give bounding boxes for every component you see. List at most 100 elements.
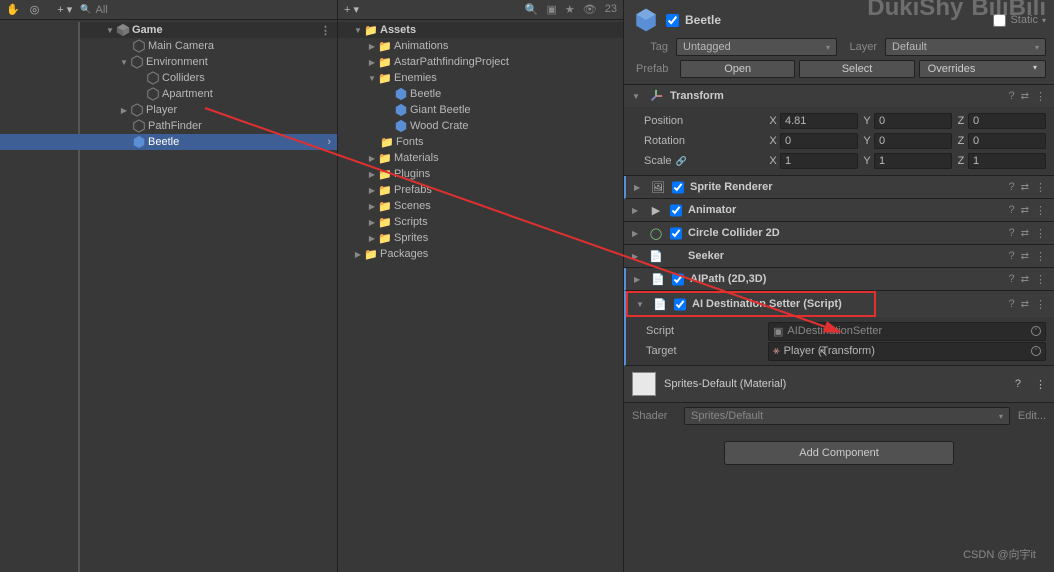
target-field[interactable]: ⚹ Player (Transform) ↖ <box>768 342 1046 361</box>
hand-tool-icon[interactable]: ✋ <box>6 3 20 16</box>
target-icon[interactable]: ◎ <box>30 3 40 16</box>
folder-animations[interactable]: ▶ 📁 Animations <box>338 38 623 54</box>
gameobject-active-checkbox[interactable] <box>666 14 679 27</box>
chevron-down-icon[interactable]: ▼ <box>632 92 642 101</box>
project-create-button[interactable]: + ▾ <box>344 3 359 16</box>
chevron-right-icon[interactable]: ▶ <box>634 183 644 192</box>
component-enable-checkbox[interactable] <box>670 204 682 217</box>
prefab-giant-beetle[interactable]: Giant Beetle <box>338 102 623 118</box>
gameobject-name[interactable]: Beetle <box>685 13 721 27</box>
help-icon[interactable]: ? <box>1015 378 1021 390</box>
object-picker-icon[interactable] <box>1031 346 1041 356</box>
rotation-y-input[interactable]: 0 <box>874 133 952 149</box>
help-icon[interactable]: ? <box>1008 250 1014 262</box>
gameobject-icon <box>130 55 144 69</box>
hierarchy-item-environment[interactable]: ▼ Environment <box>80 54 337 70</box>
shader-dropdown[interactable]: Sprites/Default <box>684 407 1010 425</box>
hierarchy-item-pathfinder[interactable]: PathFinder <box>80 118 337 134</box>
preset-icon[interactable]: ⇄ <box>1021 274 1029 285</box>
folder-prefabs[interactable]: ▶📁Prefabs <box>338 182 623 198</box>
component-enable-checkbox[interactable] <box>672 181 684 194</box>
favorite-icon[interactable]: ★ <box>565 3 575 16</box>
help-icon[interactable]: ? <box>1008 298 1014 310</box>
static-checkbox[interactable] <box>993 14 1006 27</box>
open-prefab-icon[interactable]: › <box>327 136 331 148</box>
component-enable-checkbox[interactable] <box>672 273 684 286</box>
help-icon[interactable]: ? <box>1008 227 1014 239</box>
hierarchy-search[interactable]: All <box>80 4 331 16</box>
preset-icon[interactable]: ⇄ <box>1021 91 1029 102</box>
component-menu-icon[interactable]: ⋮ <box>1035 204 1046 217</box>
scale-z-input[interactable]: 1 <box>968 153 1046 169</box>
hidden-icon[interactable]: 👁 <box>583 3 597 16</box>
shader-label: Shader <box>632 410 676 422</box>
position-y-input[interactable]: 0 <box>874 113 952 129</box>
chevron-right-icon[interactable]: ▶ <box>634 275 644 284</box>
folder-plugins[interactable]: ▶📁Plugins <box>338 166 623 182</box>
script-field[interactable]: ▣ AIDestinationSetter <box>768 322 1046 341</box>
link-icon[interactable]: 🔗 <box>676 156 687 166</box>
hierarchy-item-camera[interactable]: Main Camera <box>80 38 337 54</box>
component-menu-icon[interactable]: ⋮ <box>1035 298 1046 311</box>
preset-icon[interactable]: ⇄ <box>1021 228 1029 239</box>
preset-icon[interactable]: ⇄ <box>1021 299 1029 310</box>
preset-icon[interactable]: ⇄ <box>1021 182 1029 193</box>
aidest-header-highlight[interactable]: ▼📄AI Destination Setter (Script) <box>626 291 876 317</box>
chevron-right-icon[interactable]: ▶ <box>632 229 642 238</box>
shader-edit-button[interactable]: Edit... <box>1018 410 1046 422</box>
chevron-right-icon[interactable]: ▶ <box>632 252 642 261</box>
folder-astar[interactable]: ▶ 📁 AstarPathfindingProject <box>338 54 623 70</box>
help-icon[interactable]: ? <box>1008 273 1014 285</box>
scene-row[interactable]: ▼ Game ⋮ <box>80 22 337 38</box>
assets-folder[interactable]: ▼ 📁 Assets <box>338 22 623 38</box>
filter-icon[interactable]: ▣ <box>547 3 557 16</box>
position-z-input[interactable]: 0 <box>968 113 1046 129</box>
scale-x-input[interactable]: 1 <box>780 153 858 169</box>
object-picker-icon[interactable] <box>1031 326 1041 336</box>
preset-icon[interactable]: ⇄ <box>1021 205 1029 216</box>
prefab-wood-crate[interactable]: Wood Crate <box>338 118 623 134</box>
help-icon[interactable]: ? <box>1008 204 1014 216</box>
component-menu-icon[interactable]: ⋮ <box>1035 90 1046 103</box>
chevron-down-icon[interactable]: ▼ <box>636 300 646 309</box>
chevron-right-icon[interactable]: ▶ <box>632 206 642 215</box>
hierarchy-item-player[interactable]: ▶ Player <box>80 102 337 118</box>
help-icon[interactable]: ? <box>1008 90 1014 102</box>
preset-icon[interactable]: ⇄ <box>1021 251 1029 262</box>
component-menu-icon[interactable]: ⋮ <box>1035 273 1046 286</box>
folder-materials[interactable]: ▶📁Materials <box>338 150 623 166</box>
folder-enemies[interactable]: ▼ 📁 Enemies <box>338 70 623 86</box>
prefab-overrides-button[interactable]: Overrides▾ <box>919 60 1046 78</box>
material-menu-icon[interactable]: ⋮ <box>1035 378 1046 391</box>
rotation-z-input[interactable]: 0 <box>968 133 1046 149</box>
add-component-button[interactable]: Add Component <box>724 441 954 465</box>
create-button[interactable]: + ▾ <box>53 3 76 16</box>
component-menu-icon[interactable]: ⋮ <box>1035 250 1046 263</box>
material-section[interactable]: Sprites-Default (Material) ? ⋮ <box>624 366 1054 403</box>
component-menu-icon[interactable]: ⋮ <box>1035 227 1046 240</box>
tag-dropdown[interactable]: Untagged <box>676 38 837 56</box>
help-icon[interactable]: ? <box>1008 181 1014 193</box>
packages-folder[interactable]: ▶ 📁 Packages <box>338 246 623 262</box>
folder-scenes[interactable]: ▶📁Scenes <box>338 198 623 214</box>
search-icon[interactable]: 🔍 <box>525 3 539 16</box>
hierarchy-item-beetle[interactable]: Beetle › <box>0 134 337 150</box>
prefab-select-button[interactable]: Select <box>799 60 914 78</box>
component-enable-checkbox[interactable] <box>670 227 682 240</box>
layer-dropdown[interactable]: Default <box>885 38 1046 56</box>
folder-sprites[interactable]: ▶📁Sprites <box>338 230 623 246</box>
folder-fonts[interactable]: 📁Fonts <box>338 134 623 150</box>
prefab-beetle[interactable]: Beetle <box>338 86 623 102</box>
folder-label: Sprites <box>394 232 428 244</box>
scene-menu-icon[interactable]: ⋮ <box>320 24 331 37</box>
gameobject-icon <box>146 71 160 85</box>
hierarchy-item-colliders[interactable]: Colliders <box>80 70 337 86</box>
hierarchy-item-apartment[interactable]: Apartment <box>80 86 337 102</box>
prefab-open-button[interactable]: Open <box>680 60 795 78</box>
rotation-x-input[interactable]: 0 <box>780 133 858 149</box>
component-menu-icon[interactable]: ⋮ <box>1035 181 1046 194</box>
folder-scripts[interactable]: ▶📁Scripts <box>338 214 623 230</box>
component-enable-checkbox[interactable] <box>674 298 686 311</box>
position-x-input[interactable]: 4.81 <box>780 113 858 129</box>
scale-y-input[interactable]: 1 <box>874 153 952 169</box>
